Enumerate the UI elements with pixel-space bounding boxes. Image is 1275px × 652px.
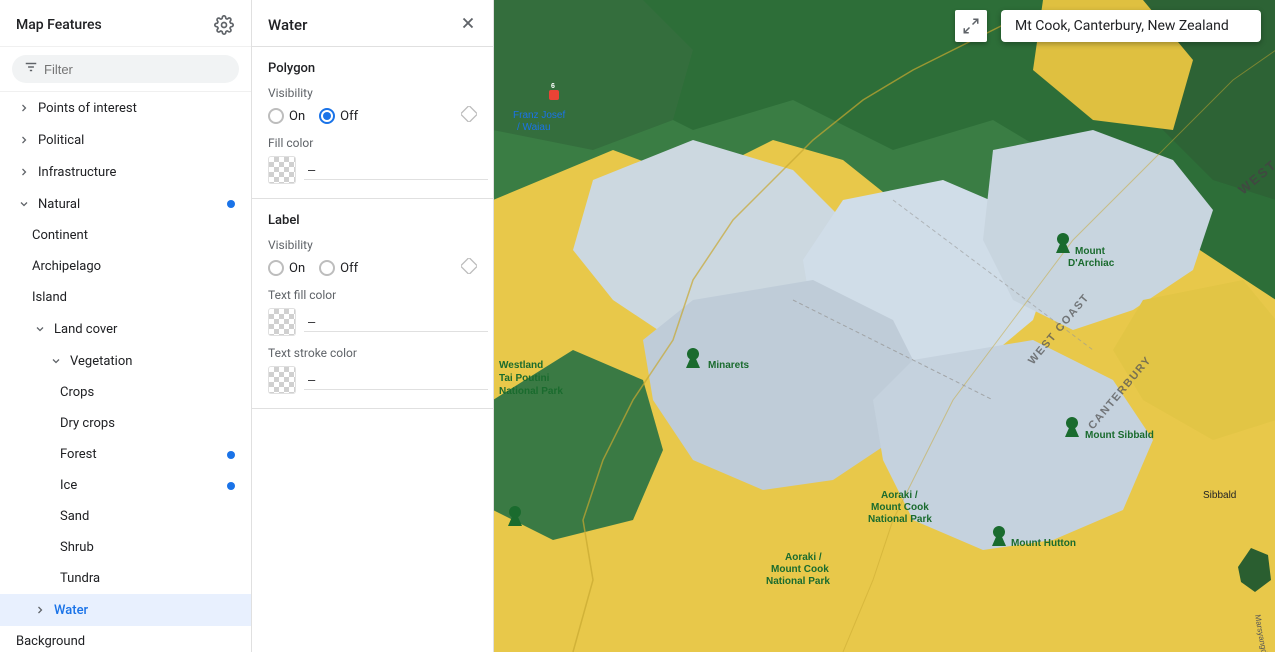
text-stroke-swatch[interactable]	[268, 366, 296, 394]
text-fill-color-row	[268, 308, 477, 336]
svg-text:Aoraki /: Aoraki /	[881, 490, 918, 501]
svg-text:Minarets: Minarets	[708, 360, 750, 371]
text-fill-input[interactable]	[304, 312, 488, 332]
fill-color-swatch[interactable]	[268, 156, 296, 184]
svg-text:/ Waiau: / Waiau	[517, 122, 551, 133]
svg-text:6: 6	[551, 83, 555, 90]
visibility-row: On Off	[268, 108, 358, 124]
label-radio-on-label: On	[289, 261, 305, 276]
nav-item-forest[interactable]: Forest	[0, 439, 251, 470]
label-visibility-row: On Off	[268, 260, 358, 276]
chevron-down-icon	[16, 196, 32, 212]
text-stroke-label: Text stroke color	[268, 346, 477, 360]
nav-item-poi[interactable]: Points of interest	[0, 92, 251, 124]
nav-item-political[interactable]: Political	[0, 124, 251, 156]
filter-input-wrap	[12, 55, 239, 83]
label-visibility-label: Visibility	[268, 238, 477, 252]
svg-text:National Park: National Park	[766, 576, 830, 587]
nav-item-infrastructure[interactable]: Infrastructure	[0, 156, 251, 188]
chevron-down-icon	[48, 353, 64, 369]
fill-color-input[interactable]	[304, 160, 488, 180]
fullscreen-button[interactable]	[955, 10, 987, 42]
label-section: Label Visibility On Off Text fill color	[252, 199, 493, 409]
filter-bar	[0, 47, 251, 92]
label-radio-on[interactable]	[268, 260, 284, 276]
nav-item-tundra[interactable]: Tundra	[0, 563, 251, 594]
svg-text:Franz Josef: Franz Josef	[513, 110, 565, 121]
map-area: WEST COAST CANTERBURY WEST COAST CANTERB…	[494, 0, 1275, 652]
svg-text:Aoraki /: Aoraki /	[785, 552, 822, 563]
nav-item-natural[interactable]: Natural	[0, 188, 251, 220]
text-stroke-input[interactable]	[304, 370, 488, 390]
dot-indicator	[227, 451, 235, 459]
fill-color-row	[268, 156, 477, 184]
nav-item-vegetation[interactable]: Vegetation	[0, 345, 251, 377]
nav-item-sand[interactable]: Sand	[0, 501, 251, 532]
close-icon[interactable]	[459, 14, 477, 36]
visibility-off-option[interactable]: Off	[319, 108, 358, 124]
label-visibility-on-option[interactable]: On	[268, 260, 305, 276]
svg-text:Tai Poutini: Tai Poutini	[499, 373, 550, 384]
fill-color-label: Fill color	[268, 136, 477, 150]
radio-off-label: Off	[340, 109, 358, 124]
middle-panel: Water Polygon Visibility On Off Fill	[252, 0, 494, 652]
dot-indicator	[227, 482, 235, 490]
middle-header: Water	[252, 0, 493, 47]
nav-list: Points of interest Political Infrastruct…	[0, 92, 251, 652]
label-diamond-icon[interactable]	[461, 258, 477, 278]
left-panel-header: Map Features	[0, 0, 251, 47]
nav-item-ice[interactable]: Ice	[0, 470, 251, 501]
search-text: Mt Cook, Canterbury, New Zealand	[1015, 18, 1229, 34]
visibility-on-option[interactable]: On	[268, 108, 305, 124]
svg-text:National Park: National Park	[868, 514, 932, 525]
nav-item-land-cover[interactable]: Land cover	[0, 313, 251, 345]
radio-on-label: On	[289, 109, 305, 124]
chevron-right-icon	[16, 132, 32, 148]
nav-item-dry-crops[interactable]: Dry crops	[0, 408, 251, 439]
dot-indicator	[227, 200, 235, 208]
chevron-right-icon	[32, 602, 48, 618]
svg-text:National Park: National Park	[499, 386, 563, 397]
svg-text:Sibbald: Sibbald	[1203, 490, 1236, 501]
nav-item-water[interactable]: Water	[0, 594, 251, 626]
chevron-down-icon	[32, 321, 48, 337]
label-visibility-off-option[interactable]: Off	[319, 260, 358, 276]
svg-text:Mount Cook: Mount Cook	[871, 502, 929, 513]
middle-panel-title: Water	[268, 16, 307, 34]
svg-text:D'Archiac: D'Archiac	[1068, 258, 1115, 269]
nav-item-archipelago[interactable]: Archipelago	[0, 251, 251, 282]
radio-off[interactable]	[319, 108, 335, 124]
chevron-right-icon	[16, 164, 32, 180]
visibility-label: Visibility	[268, 86, 477, 100]
nav-item-shrub[interactable]: Shrub	[0, 532, 251, 563]
nav-item-background[interactable]: Background	[0, 626, 251, 652]
svg-text:Mount Cook: Mount Cook	[771, 564, 829, 575]
radio-on[interactable]	[268, 108, 284, 124]
label-radio-off[interactable]	[319, 260, 335, 276]
map-canvas: WEST COAST CANTERBURY WEST COAST CANTERB…	[494, 0, 1275, 652]
svg-text:Mount: Mount	[1075, 246, 1106, 257]
nav-item-island[interactable]: Island	[0, 282, 251, 313]
filter-icon	[24, 60, 38, 78]
search-bar: Mt Cook, Canterbury, New Zealand	[1001, 10, 1261, 42]
gear-icon[interactable]	[213, 14, 235, 36]
diamond-icon[interactable]	[461, 106, 477, 126]
left-panel: Map Features Points of interest	[0, 0, 252, 652]
chevron-right-icon	[16, 100, 32, 116]
svg-text:Westland: Westland	[499, 360, 543, 371]
text-fill-swatch[interactable]	[268, 308, 296, 336]
nav-item-continent[interactable]: Continent	[0, 220, 251, 251]
text-fill-label: Text fill color	[268, 288, 477, 302]
left-panel-title: Map Features	[16, 17, 102, 33]
label-radio-off-label: Off	[340, 261, 358, 276]
polygon-section-title: Polygon	[268, 61, 477, 76]
text-stroke-color-row	[268, 366, 477, 394]
polygon-section: Polygon Visibility On Off Fill color	[252, 47, 493, 199]
nav-item-crops[interactable]: Crops	[0, 377, 251, 408]
svg-text:Mount Sibbald: Mount Sibbald	[1085, 430, 1154, 441]
filter-input[interactable]	[44, 62, 227, 77]
svg-text:Mount Hutton: Mount Hutton	[1011, 538, 1076, 549]
label-section-title: Label	[268, 213, 477, 228]
